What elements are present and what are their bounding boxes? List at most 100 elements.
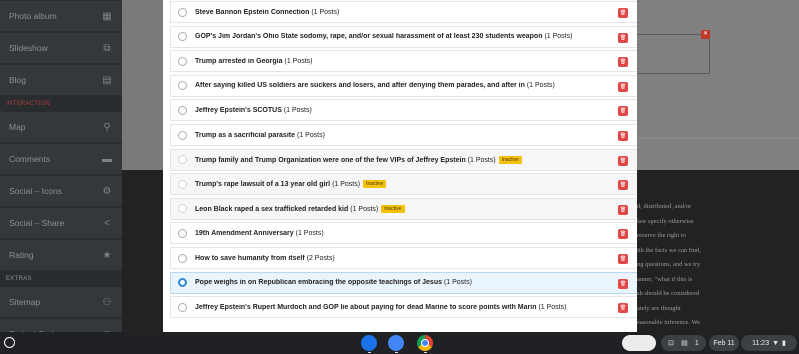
- sidebar-item[interactable]: Sitemap ⚇: [0, 287, 122, 318]
- post-title: After saying killed US soldiers are suck…: [195, 82, 525, 90]
- post-radio[interactable]: [178, 204, 187, 214]
- sidebar-item-label: Blog: [9, 75, 27, 85]
- post-title: GOP's Jim Jordan's Ohio State sodomy, ra…: [195, 33, 543, 41]
- post-radio[interactable]: [178, 81, 187, 91]
- delete-icon[interactable]: 🗑: [618, 106, 628, 117]
- post-title: Steve Bannon Epstein Connection: [195, 8, 310, 16]
- sidebar-item[interactable]: Social – Icons ⚙: [0, 176, 122, 207]
- sidebar-item[interactable]: Comments ▬: [0, 144, 122, 175]
- sidebar-item[interactable]: Slideshow ⧉: [0, 33, 122, 64]
- star-icon: ★: [102, 249, 112, 261]
- post-title: Trump arrested in Georgia: [195, 57, 283, 65]
- delete-icon[interactable]: 🗑: [618, 81, 628, 92]
- delete-icon[interactable]: 🗑: [618, 303, 628, 314]
- time-display: 11:23: [752, 339, 770, 347]
- post-count: (1 Posts): [295, 229, 324, 237]
- post-count: (1 Posts): [332, 181, 361, 189]
- sidebar-item-label: Social – Icons: [9, 186, 62, 196]
- post-row[interactable]: Pope weighs in on Republican embracing t…: [170, 271, 637, 294]
- battery-icon: ▮: [782, 340, 786, 347]
- right-panel-box: [634, 34, 710, 74]
- delete-icon[interactable]: 🗑: [618, 278, 628, 289]
- delete-icon[interactable]: 🗑: [618, 180, 628, 191]
- right-panel: [637, 0, 799, 170]
- post-text: How to save humanity from itself (2 Post…: [195, 255, 637, 262]
- footer-text-line: ately are thought: [637, 304, 681, 312]
- files-app-icon[interactable]: [361, 335, 377, 351]
- post-row[interactable]: Leon Black raped a sex trafficked retard…: [170, 197, 637, 220]
- delete-icon[interactable]: 🗑: [618, 204, 628, 215]
- post-title: 19th Amendment Anniversary: [195, 229, 294, 237]
- post-radio[interactable]: [178, 228, 187, 238]
- post-title: How to save humanity from itself: [195, 254, 305, 262]
- post-text: Steve Bannon Epstein Connection (1 Posts…: [195, 9, 637, 16]
- post-radio[interactable]: [178, 56, 187, 66]
- post-radio[interactable]: [178, 130, 187, 140]
- footer-text-line: law specify otherwise: [637, 217, 694, 225]
- sidebar-item[interactable]: Blog ▤: [0, 65, 122, 96]
- post-radio[interactable]: [178, 179, 187, 189]
- post-row[interactable]: Trump's rape lawsuit of a 13 year old gi…: [170, 173, 637, 196]
- delete-icon[interactable]: 🗑: [618, 254, 628, 264]
- post-row[interactable]: GOP's Jim Jordan's Ohio State sodomy, ra…: [170, 25, 637, 48]
- delete-icon[interactable]: 🗑: [618, 131, 628, 141]
- app-running-indicator: [368, 352, 371, 353]
- inactive-badge: Inactive: [363, 180, 387, 189]
- docs-app-icon[interactable]: [388, 335, 404, 351]
- post-radio[interactable]: [178, 278, 187, 288]
- post-count: (2 Posts): [306, 254, 335, 262]
- post-text: 19th Amendment Anniversary (1 Posts): [195, 230, 637, 237]
- post-count: (1 Posts): [296, 131, 325, 139]
- sidebar-item[interactable]: Embed Code<>: [0, 319, 122, 332]
- status-tray[interactable]: ⊡ ▤ 1: [661, 335, 706, 351]
- share-icon: <: [104, 217, 110, 229]
- sidebar-item[interactable]: Social – Share <: [0, 208, 122, 239]
- post-row[interactable]: How to save humanity from itself (2 Post…: [170, 247, 637, 269]
- post-row[interactable]: Jeffrey Epstein's Rupert Murdoch and GOP…: [170, 296, 637, 319]
- footer-text-line: anner, "what if this is: [637, 275, 693, 283]
- post-row[interactable]: 19th Amendment Anniversary (1 Posts) 🗑: [170, 222, 637, 245]
- post-text: Trump family and Trump Organization were…: [195, 155, 637, 164]
- slideshow-icon: ⧉: [103, 42, 111, 54]
- post-radio[interactable]: [178, 7, 187, 17]
- sidebar-item-label: Rating: [9, 250, 34, 260]
- date-display[interactable]: Feb 11: [709, 335, 739, 351]
- post-row[interactable]: Jeffrey Epstein's SCOTUS (1 Posts) 🗑: [170, 99, 637, 122]
- section-interaction-label: INTERACTION: [6, 101, 50, 107]
- sidebar-item-label: Photo album: [9, 11, 57, 21]
- delete-icon[interactable]: 🗑: [618, 8, 628, 18]
- post-title: Jeffrey Epstein's SCOTUS: [195, 106, 282, 114]
- sidebar-item[interactable]: Photo album ▦: [0, 1, 122, 32]
- post-row[interactable]: Trump as a sacrificial parasite (1 Posts…: [170, 124, 637, 146]
- post-title: Trump family and Trump Organization were…: [195, 156, 466, 164]
- post-radio[interactable]: [178, 32, 187, 42]
- post-row[interactable]: Trump arrested in Georgia (1 Posts) 🗑: [170, 50, 637, 73]
- post-radio[interactable]: [178, 302, 187, 312]
- sidebar-item[interactable]: Rating ★: [0, 240, 122, 271]
- document-icon: ▤: [102, 74, 112, 86]
- delete-icon[interactable]: 🗑: [618, 57, 628, 68]
- close-icon[interactable]: ✕: [701, 30, 710, 39]
- stylus-tray-icon[interactable]: [622, 335, 656, 351]
- delete-icon[interactable]: 🗑: [618, 155, 628, 166]
- post-row[interactable]: Trump family and Trump Organization were…: [170, 148, 637, 171]
- app-running-indicator: [395, 352, 398, 353]
- footer-text-line: ith the facts we can find,: [637, 246, 701, 254]
- post-radio[interactable]: [178, 253, 187, 263]
- sidebar-item[interactable]: Map ⚲: [0, 112, 122, 143]
- sitemap-icon: ⚇: [102, 296, 112, 308]
- comment-icon: ▬: [102, 153, 112, 165]
- post-row[interactable]: After saying killed US soldiers are suck…: [170, 74, 637, 97]
- delete-icon[interactable]: 🗑: [618, 32, 628, 43]
- post-title: Leon Black raped a sex trafficked retard…: [195, 205, 349, 213]
- post-title: Pope weighs in on Republican embracing t…: [195, 279, 442, 287]
- inactive-badge: Inactive: [381, 204, 405, 213]
- delete-icon[interactable]: 🗑: [618, 229, 628, 240]
- post-row[interactable]: Steve Bannon Epstein Connection (1 Posts…: [170, 1, 637, 23]
- clock-tray[interactable]: 11:23 ▼ ▮: [741, 335, 797, 351]
- post-radio[interactable]: [178, 155, 187, 165]
- launcher-icon[interactable]: [4, 337, 15, 348]
- post-text: Trump arrested in Georgia (1 Posts): [195, 58, 637, 65]
- chrome-app-icon[interactable]: [417, 335, 433, 351]
- post-radio[interactable]: [178, 105, 187, 115]
